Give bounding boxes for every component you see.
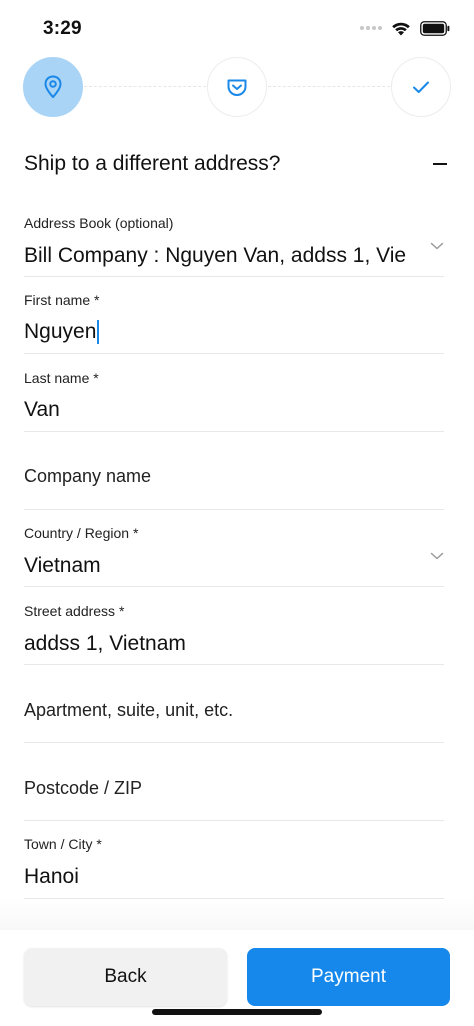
checkmark-icon (413, 81, 429, 93)
wifi-icon (392, 22, 410, 36)
chevron-down-icon (430, 242, 444, 250)
last-name-label: Last name * (24, 370, 99, 386)
section-title: Ship to a different address? (24, 152, 281, 175)
location-pin-icon (44, 75, 62, 98)
city-label: Town / City * (24, 836, 102, 852)
city-field[interactable]: Town / City * Hanoi (24, 828, 444, 899)
step-connector (84, 86, 206, 87)
street-address-field[interactable]: Street address * addss 1, Vietnam (24, 594, 444, 665)
chevron-down-icon (430, 552, 444, 560)
ship-different-address-header[interactable]: Ship to a different address? (24, 146, 450, 182)
city-value: Hanoi (24, 865, 79, 888)
step-shipping[interactable] (23, 57, 83, 117)
scroll-fade (0, 898, 474, 930)
apartment-field[interactable]: Apartment, suite, unit, etc. (24, 672, 444, 743)
address-book-label: Address Book (optional) (24, 215, 174, 231)
address-book-select[interactable]: Address Book (optional) Bill Company : N… (24, 205, 444, 277)
address-book-value: Bill Company : Nguyen Van, addss 1, Vie (24, 244, 407, 267)
status-time: 3:29 (43, 18, 82, 39)
company-name-field[interactable]: Company name (24, 439, 444, 510)
status-bar: 3:29 (0, 0, 474, 56)
pocket-icon (227, 79, 247, 96)
checkout-stepper (0, 56, 474, 118)
last-name-field[interactable]: Last name * Van (24, 361, 444, 432)
last-name-value: Van (24, 398, 60, 421)
first-name-value: Nguyen (24, 320, 97, 343)
payment-button[interactable]: Payment (247, 948, 450, 1006)
back-button[interactable]: Back (24, 948, 227, 1006)
country-select[interactable]: Country / Region * Vietnam (24, 516, 444, 587)
battery-icon (420, 20, 450, 36)
home-indicator (152, 1009, 322, 1015)
collapse-minus-icon[interactable] (430, 154, 450, 174)
first-name-field[interactable]: First name * Nguyen (24, 283, 444, 354)
text-cursor (97, 320, 100, 345)
postcode-placeholder: Postcode / ZIP (24, 778, 143, 798)
street-address-value: addss 1, Vietnam (24, 632, 186, 655)
first-name-input[interactable]: Nguyen (24, 320, 414, 345)
street-address-label: Street address * (24, 603, 125, 619)
step-confirm[interactable] (391, 57, 451, 117)
status-icons (360, 20, 450, 36)
signal-icon (360, 26, 382, 30)
postcode-field[interactable]: Postcode / ZIP (24, 750, 444, 821)
country-label: Country / Region * (24, 525, 139, 541)
first-name-label: First name * (24, 292, 100, 308)
apartment-placeholder: Apartment, suite, unit, etc. (24, 700, 234, 720)
country-value: Vietnam (24, 554, 101, 577)
company-name-placeholder: Company name (24, 466, 152, 486)
step-connector (268, 86, 390, 87)
step-payment[interactable] (207, 57, 267, 117)
